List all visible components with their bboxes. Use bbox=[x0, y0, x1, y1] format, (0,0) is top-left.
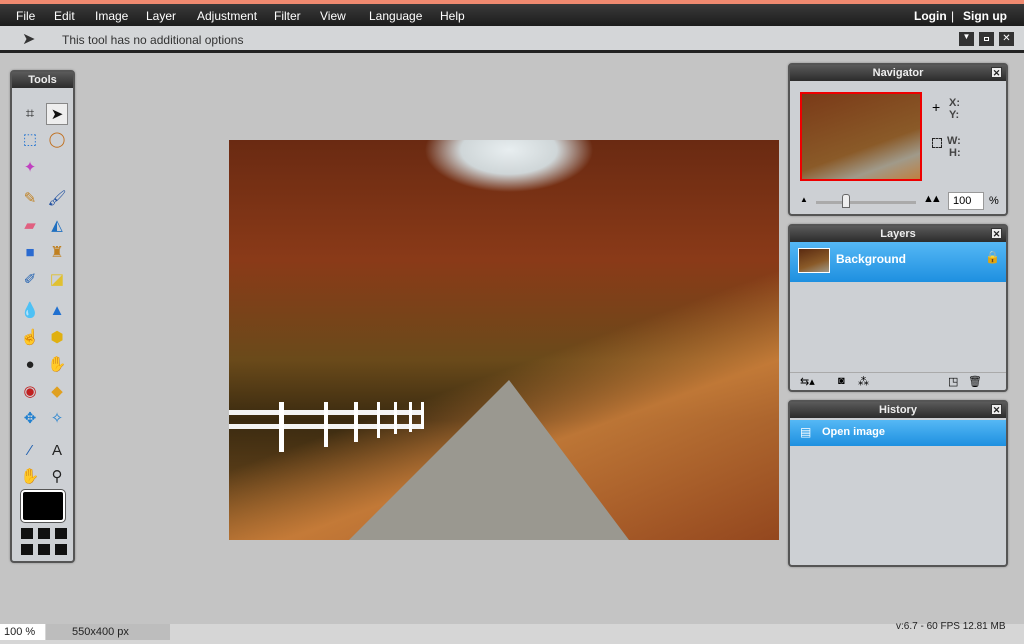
layer-thumbnail bbox=[798, 248, 830, 273]
navigator-title: Navigator bbox=[872, 67, 924, 79]
menu-language[interactable]: Language bbox=[369, 9, 422, 23]
tool-eraser-icon[interactable]: ▰ bbox=[19, 215, 41, 237]
menu-image[interactable]: Image bbox=[95, 9, 128, 23]
history-title: History bbox=[879, 404, 917, 416]
layers-title: Layers bbox=[880, 228, 916, 240]
tool-blur-icon[interactable]: 💧 bbox=[19, 300, 41, 322]
layers-panel: Layers ✕ Background 🔒 ⇆▴ ◙ ⁂ ◳ 🗑 bbox=[788, 224, 1008, 392]
tool-color-picker-icon[interactable]: ⁄ bbox=[19, 440, 41, 462]
tool-type-icon[interactable]: A bbox=[46, 440, 68, 462]
history-close-icon[interactable]: ✕ bbox=[991, 404, 1002, 415]
tool-burn-icon[interactable]: ✋ bbox=[46, 354, 68, 376]
menu-bar: File Edit Image Layer Adjustment Filter … bbox=[0, 4, 1024, 26]
layer-settings-icon[interactable]: ⇆▴ bbox=[800, 375, 815, 388]
fence bbox=[229, 402, 424, 452]
login-link[interactable]: Login bbox=[914, 9, 947, 23]
navigator-panel: Navigator ✕ + X: Y: W: H: ▲ ▲▲ 100 % bbox=[788, 63, 1008, 216]
tool-pencil-icon[interactable]: ✎ bbox=[19, 188, 41, 210]
zoom-input[interactable]: 100 bbox=[948, 192, 984, 210]
options-bar: ➤ This tool has no additional options ▼ … bbox=[0, 26, 1024, 53]
delete-layer-icon[interactable]: 🗑 bbox=[968, 375, 982, 388]
menu-separator: | bbox=[951, 9, 955, 23]
signup-link[interactable]: Sign up bbox=[963, 9, 1007, 23]
close-button[interactable]: ✕ bbox=[999, 32, 1014, 46]
menu-file[interactable]: File bbox=[16, 9, 35, 23]
move-icon: ➤ bbox=[22, 31, 36, 48]
tool-smudge-icon[interactable]: ☝ bbox=[19, 327, 41, 349]
menu-filter[interactable]: Filter bbox=[274, 9, 301, 23]
tool-pinch-icon[interactable]: ✧ bbox=[46, 408, 68, 430]
tool-dodge-icon[interactable]: ● bbox=[19, 354, 41, 376]
layer-styles-icon[interactable]: ⁂ bbox=[858, 375, 869, 388]
tools-panel: Tools ⌗ ➤ ⬚ ◯ ✦ ✎ 🖌 ▰ ◭ ■ ♜ ✐ ◪ 💧 ▲ ☝ ⬢ ● ✋ ◉ ◆ ✥ ✧ ⁄ A ✋ ⚲ bbox=[10, 70, 75, 563]
layers-footer: ⇆▴ ◙ ⁂ ◳ 🗑 bbox=[790, 372, 1006, 390]
tool-zoom-icon[interactable]: ⚲ bbox=[46, 466, 68, 488]
tool-clone-stamp-icon[interactable]: ♜ bbox=[46, 242, 68, 264]
tool-lasso-icon[interactable]: ◯ bbox=[46, 129, 68, 151]
zoom-unit: % bbox=[989, 195, 999, 207]
canvas-image[interactable] bbox=[229, 140, 779, 540]
w-label: W: bbox=[947, 135, 961, 147]
tool-hand-icon[interactable]: ✋ bbox=[19, 466, 41, 488]
menu-edit[interactable]: Edit bbox=[54, 9, 75, 23]
tool-crop-icon[interactable]: ⌗ bbox=[19, 103, 41, 125]
crosshair-icon: + bbox=[932, 99, 941, 115]
navigator-close-icon[interactable]: ✕ bbox=[991, 67, 1002, 78]
zoom-slider-handle[interactable] bbox=[842, 194, 850, 208]
tool-color-replace-icon[interactable]: ✐ bbox=[19, 269, 41, 291]
zoom-slider[interactable] bbox=[816, 201, 916, 204]
y-label: Y: bbox=[949, 109, 960, 121]
status-size: 550x400 px bbox=[46, 624, 170, 640]
history-item-label: Open image bbox=[822, 426, 885, 438]
tool-move-icon[interactable]: ➤ bbox=[46, 103, 68, 125]
menu-help[interactable]: Help bbox=[440, 9, 465, 23]
tool-brush-icon[interactable]: 🖌 bbox=[46, 188, 68, 210]
maximize-button[interactable] bbox=[979, 32, 994, 46]
zoom-in-icon[interactable]: ▲▲ bbox=[923, 193, 942, 205]
history-item[interactable]: ▤ Open image bbox=[790, 420, 1006, 446]
new-layer-icon[interactable]: ◳ bbox=[948, 375, 958, 388]
tools-title: Tools bbox=[12, 72, 73, 88]
layer-mask-icon[interactable]: ◙ bbox=[838, 375, 845, 387]
document-icon: ▤ bbox=[800, 425, 812, 439]
tool-paint-bucket-icon[interactable]: ◭ bbox=[46, 215, 68, 237]
navigator-thumbnail[interactable] bbox=[800, 92, 922, 181]
tool-sponge-icon[interactable]: ⬢ bbox=[46, 327, 68, 349]
tool-wand-icon[interactable]: ✦ bbox=[19, 157, 41, 179]
status-zoom[interactable]: 100 % bbox=[0, 624, 45, 640]
tool-sharpen-icon[interactable]: ▲ bbox=[46, 300, 68, 322]
color-swatches[interactable] bbox=[21, 528, 67, 556]
options-text: This tool has no additional options bbox=[62, 33, 244, 47]
menu-view[interactable]: View bbox=[320, 9, 346, 23]
selection-size-icon bbox=[932, 138, 942, 148]
tool-spot-heal-icon[interactable]: ◆ bbox=[46, 381, 68, 403]
status-info: v:6.7 - 60 FPS 12.81 MB bbox=[896, 621, 1006, 632]
history-panel: History ✕ ▤ Open image bbox=[788, 400, 1008, 567]
tool-gradient-icon[interactable]: ■ bbox=[19, 242, 41, 264]
menu-layer[interactable]: Layer bbox=[146, 9, 176, 23]
tool-marquee-icon[interactable]: ⬚ bbox=[19, 129, 41, 151]
layer-name: Background bbox=[836, 252, 907, 266]
minimize-button[interactable]: ▼ bbox=[959, 32, 974, 46]
foreground-color-swatch[interactable] bbox=[21, 490, 65, 522]
tool-drawing-icon[interactable]: ◪ bbox=[46, 269, 68, 291]
lock-icon[interactable]: 🔒 bbox=[985, 250, 1000, 264]
layers-close-icon[interactable]: ✕ bbox=[991, 228, 1002, 239]
status-bar: 100 % 550x400 px v:6.7 - 60 FPS 12.81 MB bbox=[0, 621, 1024, 644]
layer-item[interactable]: Background 🔒 bbox=[790, 242, 1006, 282]
zoom-out-icon[interactable]: ▲ bbox=[800, 195, 808, 204]
h-label: H: bbox=[949, 147, 961, 159]
tool-red-eye-icon[interactable]: ◉ bbox=[19, 381, 41, 403]
tool-bloat-icon[interactable]: ✥ bbox=[19, 408, 41, 430]
x-label: X: bbox=[949, 97, 960, 109]
menu-adjustment[interactable]: Adjustment bbox=[197, 9, 257, 23]
